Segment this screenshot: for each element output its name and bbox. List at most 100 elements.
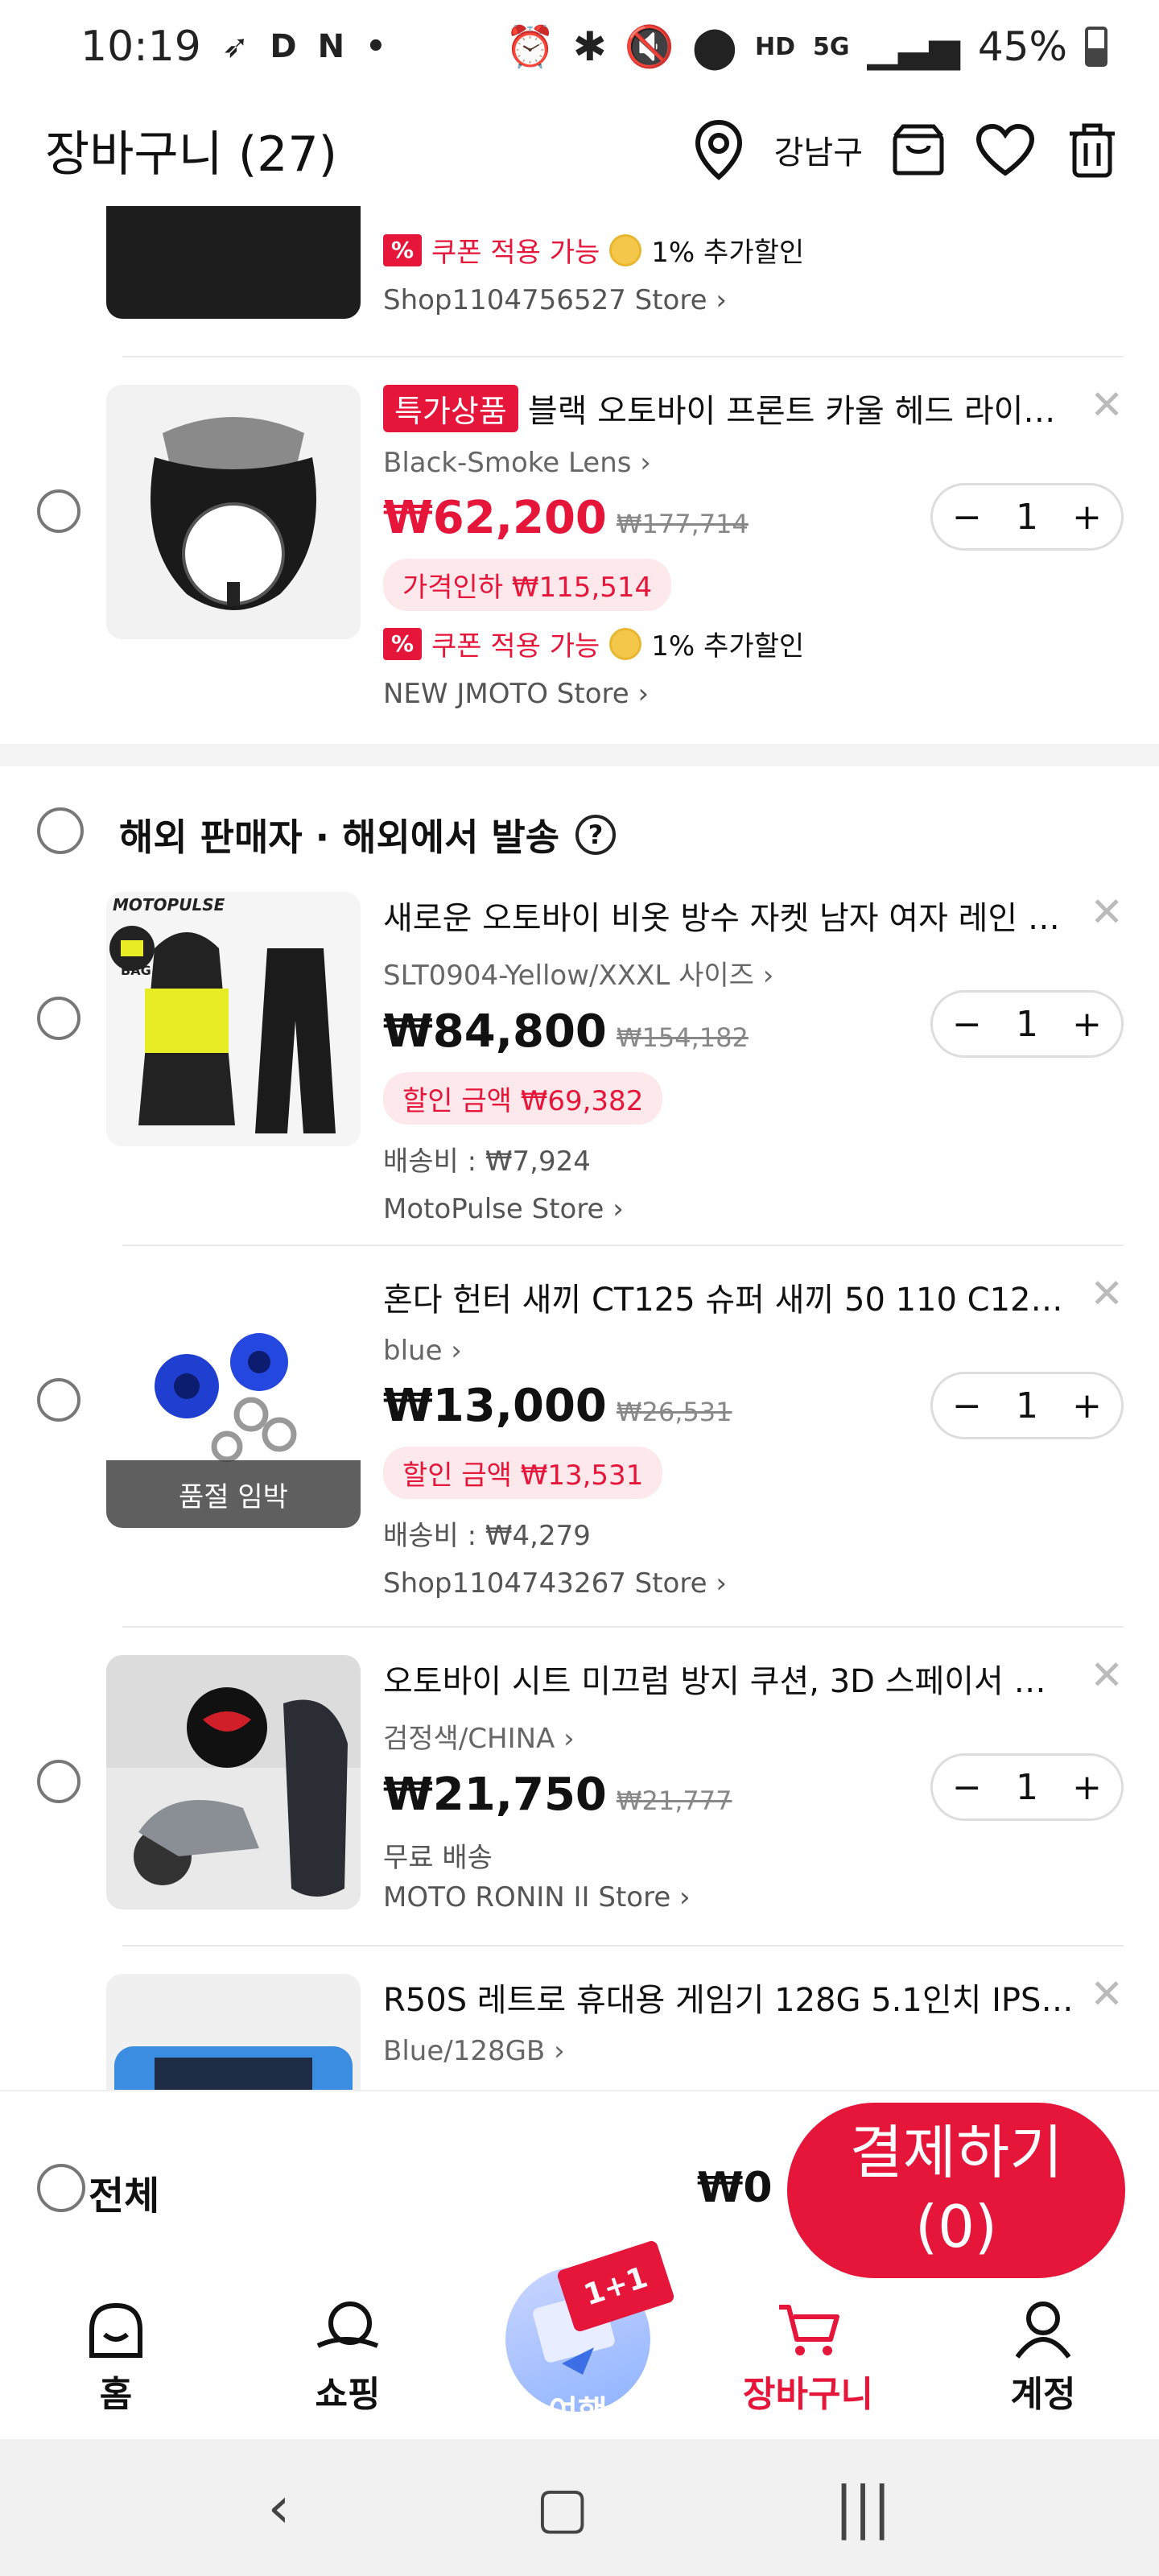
product-thumbnail[interactable]	[106, 385, 361, 639]
nav-shopping[interactable]: 쇼핑	[267, 2283, 428, 2439]
shopping-bag-icon[interactable]	[887, 118, 950, 181]
divider	[122, 356, 1124, 357]
quantity-stepper[interactable]: − 1 +	[930, 990, 1124, 1058]
naver-icon: N	[317, 28, 345, 65]
product-name[interactable]: 새로운 오토바이 비옷 방수 자켓 남자 여자 레인 커버 ...	[383, 892, 1075, 939]
product-name[interactable]: R50S 레트로 휴대용 게임기 128G 5.1인치 IPS 화면...	[383, 1974, 1075, 2021]
store-link[interactable]: NEW JMOTO Store ›	[383, 678, 1124, 710]
location-pin-icon[interactable]	[687, 118, 750, 181]
select-all-radio[interactable]	[37, 2164, 85, 2212]
quantity-stepper[interactable]: − 1 +	[930, 1753, 1124, 1821]
item-select-radio[interactable]	[37, 1760, 80, 1803]
nav-account[interactable]: 계정	[963, 2283, 1124, 2439]
original-price: ₩21,777	[616, 1785, 732, 1816]
shipping-fee: 배송비 : ₩4,279	[383, 1520, 591, 1552]
quantity-value: 1	[1016, 1385, 1038, 1426]
decrease-button[interactable]: −	[952, 1767, 982, 1808]
remove-item-icon[interactable]: ✕	[1090, 1655, 1124, 1695]
product-thumbnail[interactable]	[106, 1655, 361, 1909]
nav-home[interactable]: 홈	[35, 2283, 196, 2439]
product-thumbnail[interactable]: 품절 임박	[106, 1274, 361, 1528]
product-thumbnail[interactable]: MOTOPULSE BAG	[106, 892, 361, 1146]
item-select-radio[interactable]	[37, 1378, 80, 1422]
cart-item-partial: % 쿠폰 적용 가능 1% 추가할인 Shop1104756527 Store …	[0, 206, 1159, 354]
sale-price: ₩13,000	[383, 1380, 607, 1432]
home-button-icon[interactable]: ▢	[536, 2475, 589, 2541]
quantity-value: 1	[1016, 1766, 1038, 1808]
cart-item: R50S 레트로 휴대용 게임기 128G 5.1인치 IPS 화면... Bl…	[0, 1974, 1159, 2090]
item-info: % 쿠폰 적용 가능 1% 추가할인 Shop1104756527 Store …	[383, 217, 1124, 316]
select-all-label[interactable]: 전체	[89, 2164, 159, 2220]
product-thumbnail[interactable]	[106, 206, 361, 319]
decrease-button[interactable]: −	[952, 1385, 982, 1426]
status-right: ⏰ ✱ 🔇 ⬤ HD 5G ▁▃▅ 45%	[505, 23, 1107, 71]
product-option[interactable]: Blue/128GB ›	[383, 2035, 1124, 2067]
remove-item-icon[interactable]: ✕	[1090, 1274, 1124, 1314]
person-icon	[1015, 2301, 1071, 2359]
cart-content[interactable]: % 쿠폰 적용 가능 1% 추가할인 Shop1104756527 Store …	[0, 206, 1159, 2090]
checkout-button-label: 결제하기	[849, 2119, 1063, 2186]
sale-price: ₩84,800	[383, 1005, 607, 1058]
nav-cart[interactable]: 장바구니	[728, 2283, 889, 2439]
product-name[interactable]: 오토바이 시트 미끄럼 방지 쿠션, 3D 스페이서 메쉬 ...	[383, 1655, 1075, 1702]
increase-button[interactable]: +	[1072, 1767, 1102, 1808]
battery-icon	[1085, 27, 1107, 67]
remove-item-icon[interactable]: ✕	[1090, 1974, 1124, 2014]
alarm-icon: ⏰	[505, 23, 555, 70]
recents-icon[interactable]: |||	[835, 2475, 892, 2541]
discount-pill: 할인 금액 ₩69,382	[383, 1072, 663, 1125]
quantity-stepper[interactable]: − 1 +	[930, 1372, 1124, 1439]
increase-button[interactable]: +	[1072, 1004, 1102, 1045]
back-icon[interactable]: ‹	[268, 2475, 291, 2541]
coupon-row: % 쿠폰 적용 가능 1% 추가할인	[383, 624, 1124, 663]
checkout-button[interactable]: 결제하기 (0)	[787, 2103, 1125, 2278]
percent-icon: %	[383, 233, 422, 266]
dot-icon: •	[365, 28, 386, 65]
quantity-stepper[interactable]: − 1 +	[930, 483, 1124, 551]
trash-icon[interactable]	[1061, 118, 1124, 181]
product-option[interactable]: 검정색/CHINA ›	[383, 1716, 1124, 1756]
cart-item: 오토바이 시트 미끄럼 방지 쿠션, 3D 스페이서 메쉬 ... 검정색/CH…	[0, 1655, 1159, 1961]
product-option[interactable]: SLT0904-Yellow/XXXL 사이즈 ›	[383, 953, 1124, 993]
coupon-row: % 쿠폰 적용 가능 1% 추가할인	[383, 230, 1124, 270]
shipping-fee: 무료 배송	[383, 1842, 493, 1874]
item-select-radio[interactable]	[37, 489, 80, 533]
5g-icon: 5G	[813, 32, 850, 61]
store-link[interactable]: MotoPulse Store ›	[383, 1193, 1124, 1225]
product-option[interactable]: blue ›	[383, 1335, 1124, 1367]
cart-item: 품절 임박 혼다 헌터 새끼 CT125 슈퍼 새끼 50 110 C125 체…	[0, 1274, 1159, 1628]
hd-voice-icon: HD	[754, 32, 795, 61]
increase-button[interactable]: +	[1072, 497, 1102, 538]
product-name[interactable]: 혼다 헌터 새끼 CT125 슈퍼 새끼 50 110 C125 체...	[383, 1274, 1075, 1320]
original-price: ₩154,182	[616, 1022, 749, 1053]
notification-icon: ➶	[221, 28, 250, 65]
thumb-brand-text: MOTOPULSE	[113, 895, 225, 914]
checkout-button-count: (0)	[915, 2193, 997, 2260]
item-info: 새로운 오토바이 비옷 방수 자켓 남자 여자 레인 커버 ... SLT090…	[383, 892, 1124, 1225]
soldout-overlay: 품절 임박	[106, 1460, 361, 1528]
cart-item: MOTOPULSE BAG 새로운 오토바이 비옷 방수 자켓 남자 여자 레인…	[0, 892, 1159, 1246]
decrease-button[interactable]: −	[952, 497, 982, 538]
mute-icon: 🔇	[624, 23, 675, 70]
product-thumbnail[interactable]	[106, 1974, 361, 2090]
signal-icon: ▁▃▅	[867, 23, 960, 70]
store-link[interactable]: Shop1104743267 Store ›	[383, 1567, 1124, 1600]
section-select-radio[interactable]	[37, 807, 84, 854]
extra-discount: 1% 추가할인	[651, 630, 805, 663]
nav-travel-label[interactable]: 여행	[505, 2386, 650, 2433]
store-link[interactable]: Shop1104756527 Store ›	[383, 284, 1124, 316]
remove-item-icon[interactable]: ✕	[1090, 892, 1124, 932]
cart-icon	[779, 2305, 839, 2355]
help-icon[interactable]: ?	[575, 815, 617, 855]
increase-button[interactable]: +	[1072, 1385, 1102, 1426]
product-name[interactable]: 특가상품 블랙 오토바이 프론트 카울 헤드 라이트 ...	[383, 385, 1075, 432]
decrease-button[interactable]: −	[952, 1004, 982, 1045]
item-select-radio[interactable]	[37, 997, 80, 1040]
clock: 10:19	[80, 23, 201, 71]
store-link[interactable]: MOTO RONIN II Store ›	[383, 1881, 1124, 1913]
heart-icon[interactable]	[974, 118, 1037, 181]
location-label[interactable]: 강남구	[774, 126, 863, 173]
product-option[interactable]: Black-Smoke Lens ›	[383, 447, 1124, 479]
coin-icon	[609, 233, 642, 266]
remove-item-icon[interactable]: ✕	[1090, 385, 1124, 425]
